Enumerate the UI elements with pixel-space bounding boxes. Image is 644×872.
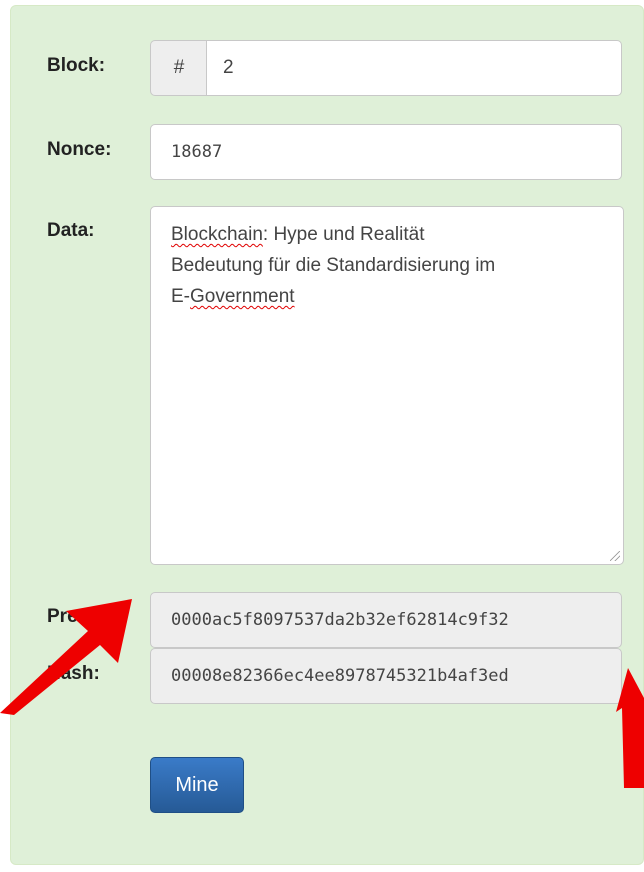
data-word-blockchain: Blockchain	[171, 224, 263, 245]
hash-value: 00008e82366ec4ee8978745321b4af3ed	[171, 666, 509, 686]
red-arrow-left-icon	[0, 599, 132, 715]
data-line-1-rest: : Hype und Realität	[262, 224, 425, 245]
hash-field: 00008e82366ec4ee8978745321b4af3ed	[150, 648, 622, 704]
data-line-2: Bedeutung für die Standardisierung im	[171, 255, 496, 276]
block-number-input[interactable]: 2	[206, 40, 622, 96]
data-line-3-prefix: E-	[171, 286, 190, 307]
nonce-input[interactable]: 18687	[150, 124, 622, 180]
prev-hash-value: 0000ac5f8097537da2b32ef62814c9f32	[171, 610, 509, 630]
mine-button[interactable]: Mine	[150, 757, 244, 813]
data-word-government: Government	[190, 286, 295, 307]
nonce-value: 18687	[171, 142, 223, 162]
block-number-addon: #	[150, 40, 207, 96]
prev-hash-field: 0000ac5f8097537da2b32ef62814c9f32	[150, 592, 622, 648]
red-arrow-right-icon	[616, 668, 644, 788]
data-label: Data:	[47, 220, 95, 241]
block-number-value: 2	[223, 57, 234, 78]
block-label: Block:	[47, 55, 106, 76]
data-textarea[interactable]: Blockchain: Hype und Realität Bedeutung …	[150, 206, 624, 565]
resize-grip-icon[interactable]	[610, 551, 620, 561]
nonce-label: Nonce:	[47, 139, 112, 160]
